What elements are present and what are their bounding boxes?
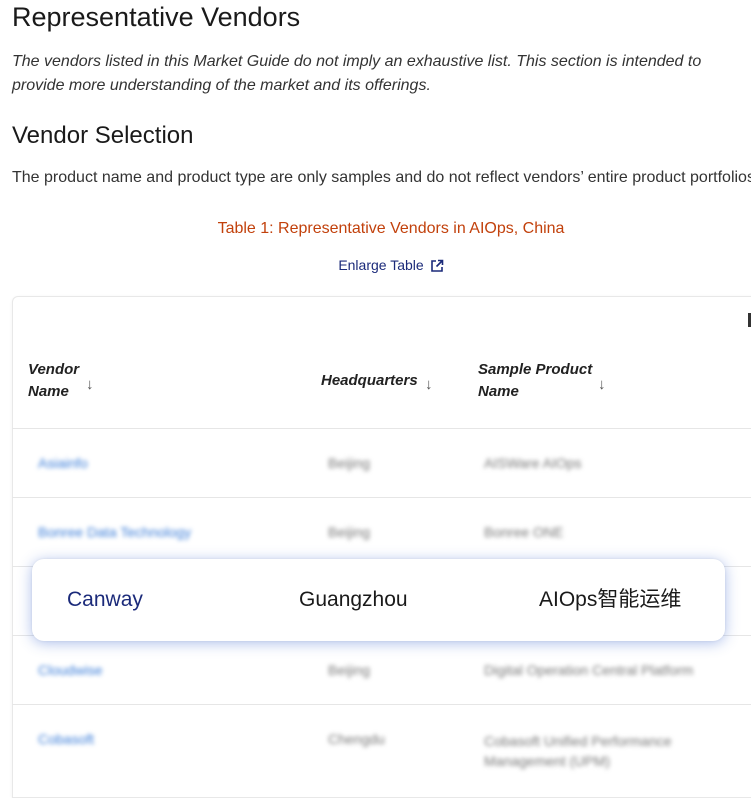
vendor-link[interactable]: Cobasoft: [38, 731, 94, 747]
row-divider: [12, 704, 751, 705]
highlighted-product: AIOps智能运维: [539, 588, 682, 611]
column-header-vendor[interactable]: Vendor Name ↓: [28, 359, 108, 403]
product-cell: Bonree ONE: [484, 524, 564, 540]
vendor-link[interactable]: Asiainfo: [38, 455, 88, 471]
section-heading: Vendor Selection: [12, 122, 194, 149]
enlarge-table-link[interactable]: Enlarge Table: [0, 257, 751, 273]
intro-text: The vendors listed in this Market Guide …: [12, 53, 702, 94]
product-cell: Cobasoft Unified Performance Management …: [484, 733, 672, 769]
sort-arrow-icon[interactable]: ↓: [598, 374, 606, 396]
column-header-headquarters[interactable]: Headquarters ↓: [321, 370, 451, 393]
column-header-product-label: Sample Product Name: [478, 361, 593, 400]
sort-arrow-icon[interactable]: ↓: [425, 374, 433, 396]
headquarters-cell: Beijing: [328, 455, 371, 471]
highlighted-headquarters: Guangzhou: [299, 588, 408, 611]
highlighted-row: Canway Guangzhou AIOps智能运维: [32, 559, 725, 641]
vendor-link[interactable]: Cloudwise: [38, 662, 103, 678]
product-cell: Digital Operation Central Platform: [484, 662, 694, 678]
sort-arrow-icon[interactable]: ↓: [86, 374, 94, 396]
enlarge-table-label: Enlarge Table: [338, 257, 424, 273]
page-heading: Representative Vendors: [12, 2, 301, 32]
column-header-headquarters-label: Headquarters: [321, 372, 418, 389]
vendor-link[interactable]: Bonree Data Technology: [38, 524, 191, 540]
section-description: The product name and product type are on…: [12, 169, 751, 186]
row-divider: [12, 497, 751, 498]
headquarters-cell: Beijing: [328, 662, 371, 678]
row-divider: [12, 428, 751, 429]
product-cell: AISWare AIOps: [484, 455, 582, 471]
column-header-product[interactable]: Sample Product Name ↓: [478, 359, 628, 403]
headquarters-cell: Beijing: [328, 524, 371, 540]
headquarters-cell: Chengdu: [328, 731, 385, 747]
highlighted-vendor-link[interactable]: Canway: [67, 559, 143, 641]
table-caption: Table 1: Representative Vendors in AIOps…: [217, 220, 565, 237]
external-link-icon: [430, 259, 443, 272]
